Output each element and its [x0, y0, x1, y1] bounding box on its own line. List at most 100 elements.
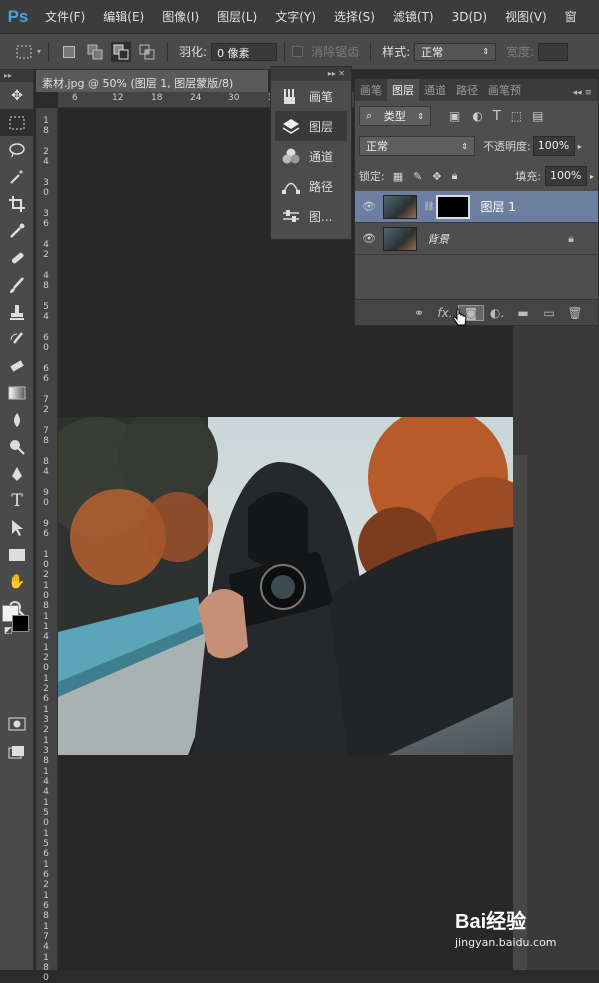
- link-layers-icon[interactable]: ⚭: [406, 306, 432, 320]
- trash-icon[interactable]: 🗑︎: [562, 306, 588, 320]
- watermark: Bai经验 jingyan.baidu.com: [455, 905, 595, 965]
- hand-tool-icon[interactable]: ✋: [0, 568, 34, 595]
- filter-type-icon[interactable]: T: [493, 109, 501, 124]
- opacity-label: 不透明度:: [483, 140, 531, 153]
- opacity-input[interactable]: 100%: [532, 136, 575, 156]
- tab-brush[interactable]: 画笔: [355, 79, 387, 101]
- width-input[interactable]: [538, 42, 569, 61]
- new-group-icon[interactable]: ▬: [510, 306, 536, 320]
- tab-brush-presets[interactable]: 画笔预: [483, 79, 526, 101]
- screen-mode-icon[interactable]: [0, 738, 34, 765]
- new-layer-icon[interactable]: ▭: [536, 306, 562, 320]
- subtract-selection-icon[interactable]: [111, 41, 132, 62]
- fill-arrow-icon[interactable]: ▸: [590, 172, 594, 181]
- adjust-icon: [279, 207, 303, 225]
- tab-paths[interactable]: 路径: [451, 79, 483, 101]
- lock-transparent-icon[interactable]: ▦: [393, 170, 403, 183]
- magic-wand-tool-icon[interactable]: [0, 163, 34, 190]
- dock-item-paths[interactable]: 路径: [271, 171, 351, 201]
- ruler-tick: 174: [43, 922, 49, 952]
- menu-edit[interactable]: 编辑(E): [94, 8, 153, 25]
- new-adjustment-icon[interactable]: ◐.: [484, 306, 510, 320]
- stamp-tool-icon[interactable]: [0, 298, 34, 325]
- ruler-tick: 90: [43, 488, 49, 508]
- lock-position-icon[interactable]: ✥: [432, 170, 441, 183]
- style-label: 样式:: [382, 45, 411, 59]
- eraser-tool-icon[interactable]: [0, 352, 34, 379]
- tab-channels[interactable]: 通道: [419, 79, 451, 101]
- crop-tool-icon[interactable]: [0, 190, 34, 217]
- lock-all-icon[interactable]: 🔒︎: [452, 169, 458, 183]
- layer-row[interactable]: 👁︎ ⛓︎ 图层 1: [355, 191, 598, 223]
- dock-item-adjustments[interactable]: 图...: [271, 201, 351, 231]
- dodge-tool-icon[interactable]: [0, 433, 34, 460]
- chain-link-icon[interactable]: ⛓︎: [423, 202, 434, 212]
- blend-mode-select[interactable]: 正常 ⇕: [359, 136, 475, 156]
- menu-type[interactable]: 文字(Y): [266, 8, 325, 25]
- gradient-tool-icon[interactable]: [0, 379, 34, 406]
- opacity-arrow-icon[interactable]: ▸: [578, 142, 582, 151]
- filter-adjustment-icon[interactable]: ◐: [472, 109, 482, 123]
- dock-item-label: 图...: [309, 209, 333, 224]
- path-selection-tool-icon[interactable]: [0, 514, 34, 541]
- layer-name[interactable]: 背景: [427, 231, 449, 247]
- feather-input[interactable]: 0 像素: [211, 42, 278, 61]
- ruler-tick: 156: [43, 829, 49, 859]
- layer-filter-select[interactable]: ⌕ 类型 ⇕: [359, 106, 431, 126]
- eyedropper-tool-icon[interactable]: [0, 217, 34, 244]
- menu-select[interactable]: 选择(S): [325, 8, 384, 25]
- menu-image[interactable]: 图像(I): [153, 8, 208, 25]
- antialias-checkbox[interactable]: [292, 46, 304, 57]
- menu-view[interactable]: 视图(V): [496, 8, 556, 25]
- options-bar: ▾ 羽化: 0 像素 消除锯齿 样式: 正常 ⇕ 宽度:: [0, 34, 599, 70]
- collapse-arrows-icon[interactable]: ▸▸: [0, 70, 33, 82]
- type-tool-icon[interactable]: T: [0, 487, 34, 514]
- healing-brush-tool-icon[interactable]: [0, 244, 34, 271]
- tab-layers[interactable]: 图层: [387, 79, 419, 101]
- dock-item-layers[interactable]: 图层: [275, 111, 347, 141]
- dock-item-brush[interactable]: 画笔: [271, 81, 351, 111]
- style-select[interactable]: 正常 ⇕: [414, 42, 497, 61]
- blur-tool-icon[interactable]: [0, 406, 34, 433]
- filter-shape-icon[interactable]: ⬚: [511, 109, 522, 123]
- dropdown-arrow-icon[interactable]: ▾: [37, 47, 41, 56]
- menu-file[interactable]: 文件(F): [36, 8, 94, 25]
- filter-pixel-icon[interactable]: ▣: [449, 109, 460, 123]
- layer-row[interactable]: 👁︎ 背景 🔒︎: [355, 223, 598, 255]
- lock-image-icon[interactable]: ✎: [413, 170, 422, 183]
- menu-3d[interactable]: 3D(D): [443, 10, 496, 24]
- eye-icon[interactable]: 👁︎: [355, 200, 383, 213]
- lock-icon: 🔒︎: [568, 231, 574, 245]
- pen-tool-icon[interactable]: [0, 460, 34, 487]
- menu-window[interactable]: 窗: [556, 8, 586, 25]
- history-brush-tool-icon[interactable]: [0, 325, 34, 352]
- document-image[interactable]: [58, 417, 513, 755]
- rectangle-tool-icon[interactable]: [0, 541, 34, 568]
- dock-item-channels[interactable]: 通道: [271, 141, 351, 171]
- lasso-tool-icon[interactable]: [0, 136, 34, 163]
- vertical-scrollbar[interactable]: [513, 455, 527, 970]
- panel-menu-icon[interactable]: ◂◂ ≡: [567, 85, 598, 101]
- menu-filter[interactable]: 滤镜(T): [384, 8, 443, 25]
- layer-mask-thumbnail[interactable]: [436, 194, 471, 219]
- brush-tool-icon[interactable]: [0, 271, 34, 298]
- menu-bar: Ps 文件(F) 编辑(E) 图像(I) 图层(L) 文字(Y) 选择(S) 滤…: [0, 0, 599, 34]
- dock-collapse-icon[interactable]: ▸▸ ✕: [271, 67, 351, 81]
- add-selection-icon[interactable]: [85, 42, 105, 62]
- layer-name[interactable]: 图层 1: [480, 198, 515, 215]
- marquee-preset-icon[interactable]: [14, 42, 34, 62]
- updown-arrow-icon: ⇕: [417, 111, 424, 121]
- quick-mask-icon[interactable]: [0, 710, 34, 737]
- ruler-tick: 138: [43, 736, 49, 766]
- document-tab[interactable]: 素材.jpg @ 50% (图层 1, 图层蒙版/8): [36, 70, 268, 92]
- new-selection-icon[interactable]: [59, 42, 79, 62]
- rect-marquee-tool-icon[interactable]: [0, 109, 34, 136]
- ruler-tick: 150: [43, 798, 49, 828]
- move-tool-icon[interactable]: ✥: [0, 82, 34, 109]
- background-color-swatch[interactable]: [12, 615, 29, 632]
- fill-input[interactable]: 100%: [544, 166, 587, 186]
- menu-layer[interactable]: 图层(L): [208, 8, 266, 25]
- intersect-selection-icon[interactable]: [137, 42, 157, 62]
- eye-icon[interactable]: 👁︎: [355, 232, 383, 245]
- filter-smart-object-icon[interactable]: ▤: [532, 109, 543, 123]
